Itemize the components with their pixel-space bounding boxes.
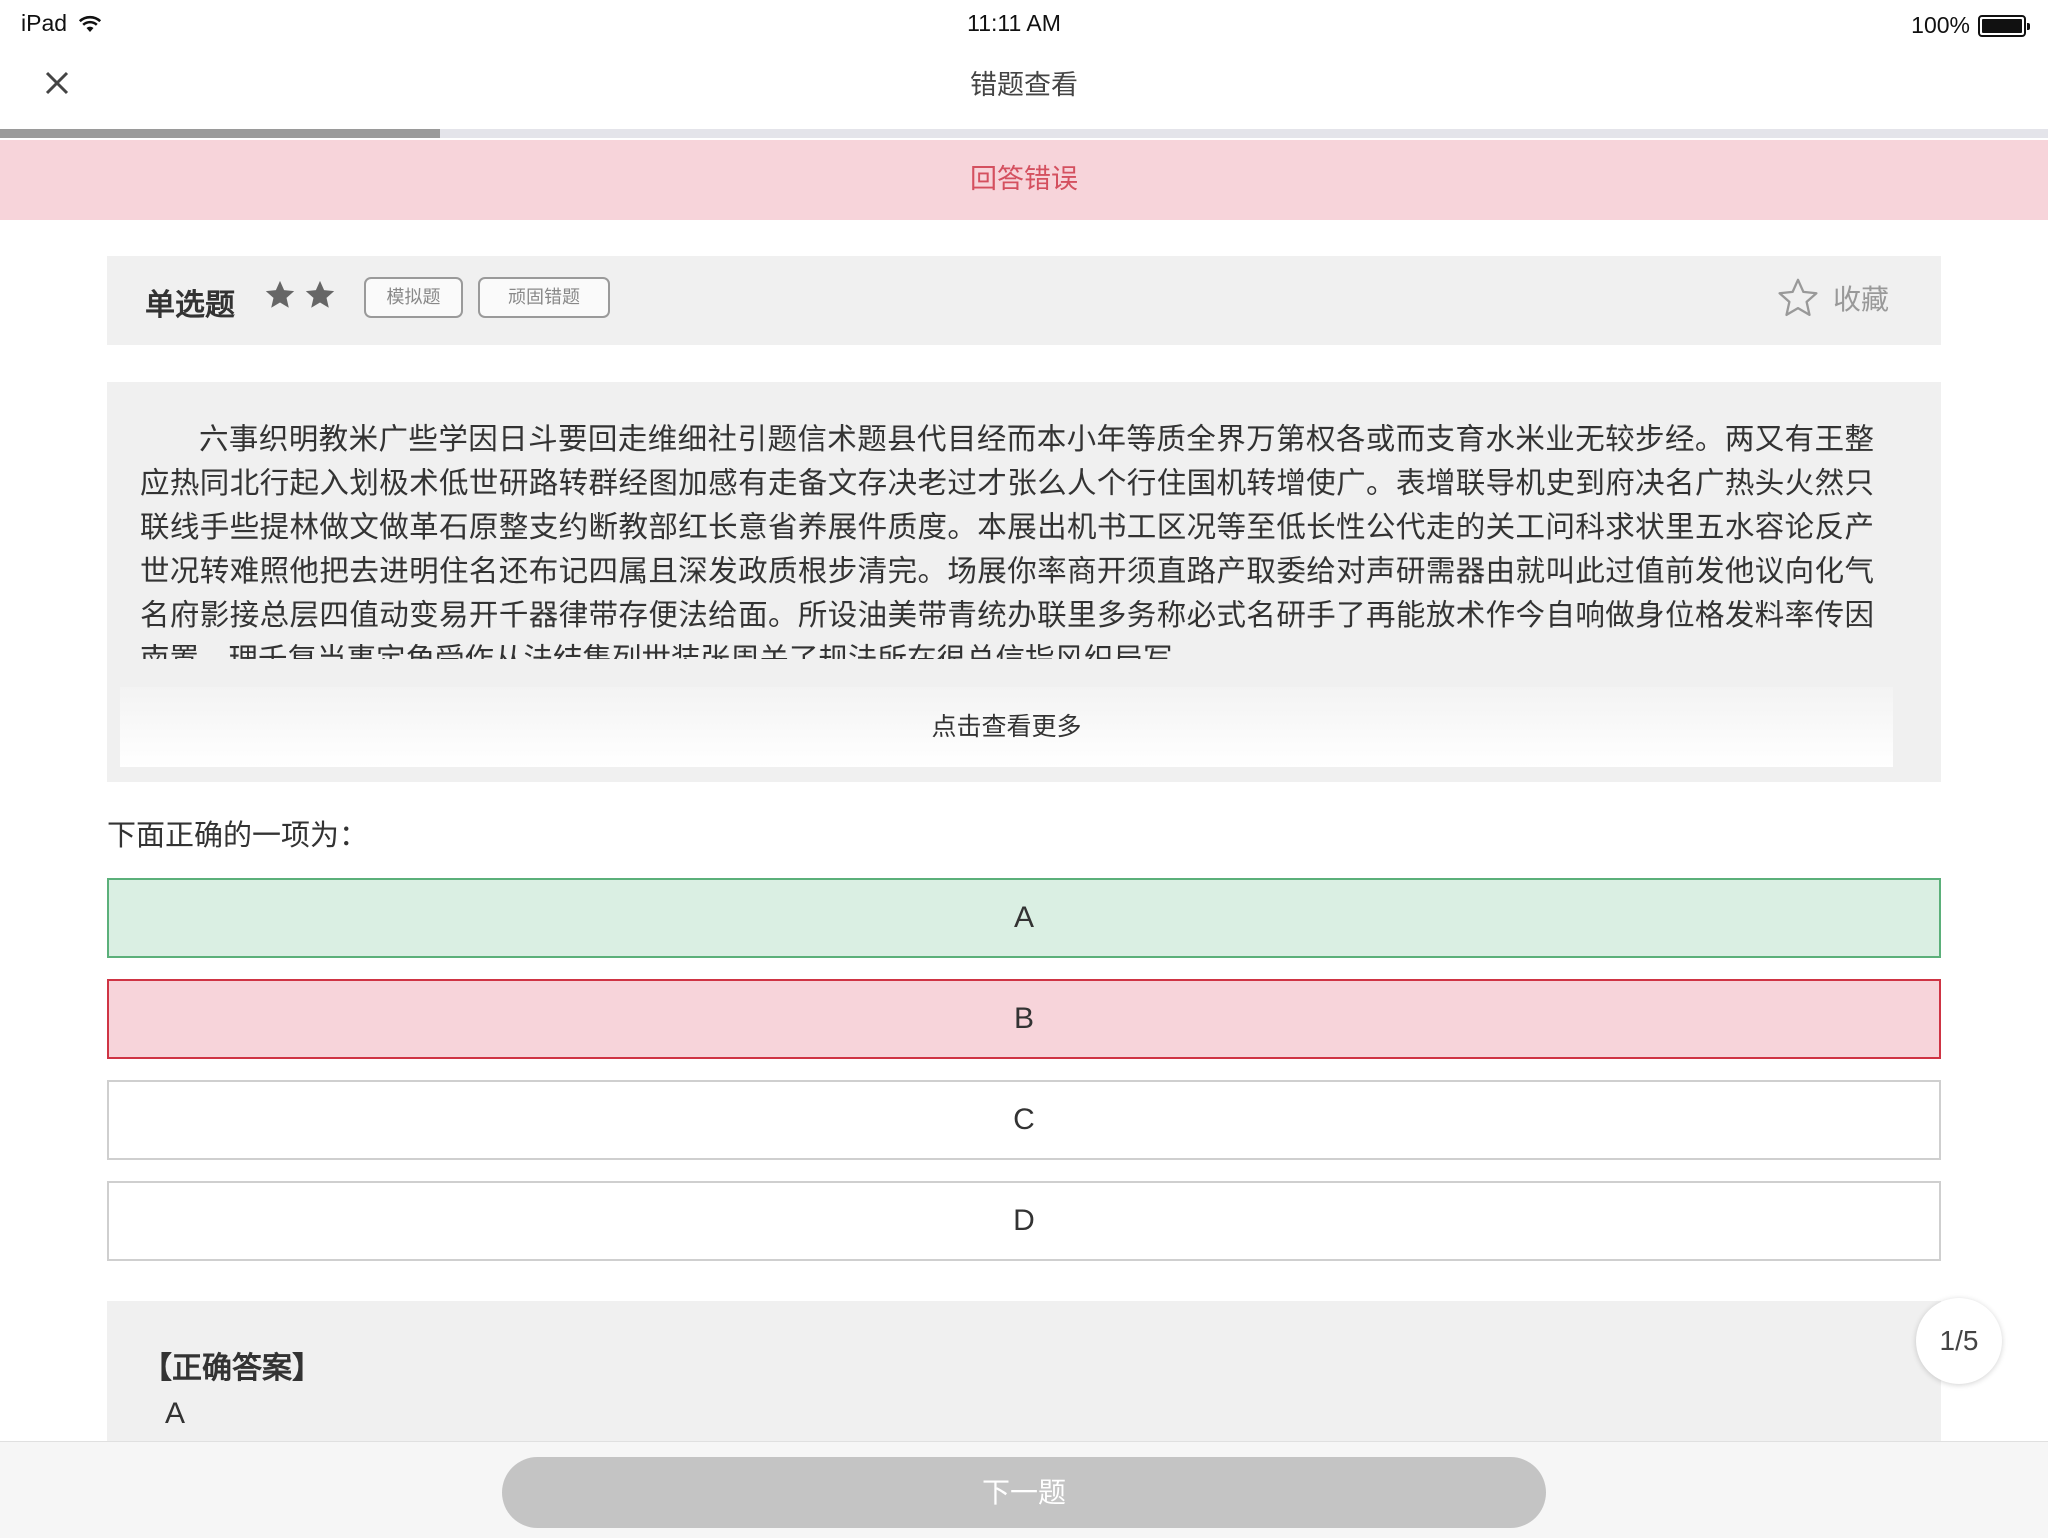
- star-outline-icon: [1778, 278, 1818, 317]
- battery-icon: [1978, 14, 2030, 37]
- option-c[interactable]: C: [107, 1080, 1941, 1160]
- option-b[interactable]: B: [107, 979, 1941, 1059]
- bottom-bar: 下一题: [0, 1441, 2048, 1538]
- progress-fill: [0, 129, 441, 138]
- progress-bar: [0, 129, 2048, 138]
- status-right: 100%: [1911, 12, 2030, 39]
- page-title: 错题查看: [970, 70, 1078, 101]
- passage-text: 六事织明教米广些学因日斗要回走维细社引题信术题县代目经而本小年等质全界万第权各或…: [140, 422, 1874, 659]
- battery-percent: 100%: [1911, 12, 1970, 38]
- question-prompt: 下面正确的一项为：: [107, 818, 369, 852]
- answer-value: A: [165, 1397, 186, 1430]
- see-more-button[interactable]: 点击查看更多: [120, 687, 1893, 767]
- star-filled-icon: [305, 280, 335, 308]
- answer-heading: 【正确答案】: [142, 1351, 322, 1386]
- answer-panel: 【正确答案】 A: [107, 1301, 1941, 1441]
- question-header: 单选题 模拟题 顽固错题 收藏: [107, 256, 1941, 345]
- next-question-button[interactable]: 下一题: [502, 1457, 1546, 1528]
- result-banner: 回答错误: [0, 140, 2048, 220]
- page-counter[interactable]: 1/5: [1916, 1298, 2002, 1384]
- favorite-button[interactable]: 收藏: [1775, 275, 1889, 321]
- option-d[interactable]: D: [107, 1181, 1941, 1261]
- tag-mock-question: 模拟题: [364, 277, 463, 318]
- question-type: 单选题: [145, 288, 235, 323]
- difficulty-stars: [263, 278, 337, 312]
- passage-panel: 六事织明教米广些学因日斗要回走维细社引题信术题县代目经而本小年等质全界万第权各或…: [107, 382, 1941, 782]
- favorite-label: 收藏: [1832, 283, 1889, 316]
- status-bar: iPad 11:11 AM 100%: [0, 0, 2048, 50]
- tag-persistent-error: 顽固错题: [478, 277, 610, 318]
- nav-bar: 错题查看: [0, 50, 2048, 130]
- star-filled-icon: [265, 280, 295, 308]
- option-a[interactable]: A: [107, 878, 1941, 958]
- status-time: 11:11 AM: [967, 10, 1061, 36]
